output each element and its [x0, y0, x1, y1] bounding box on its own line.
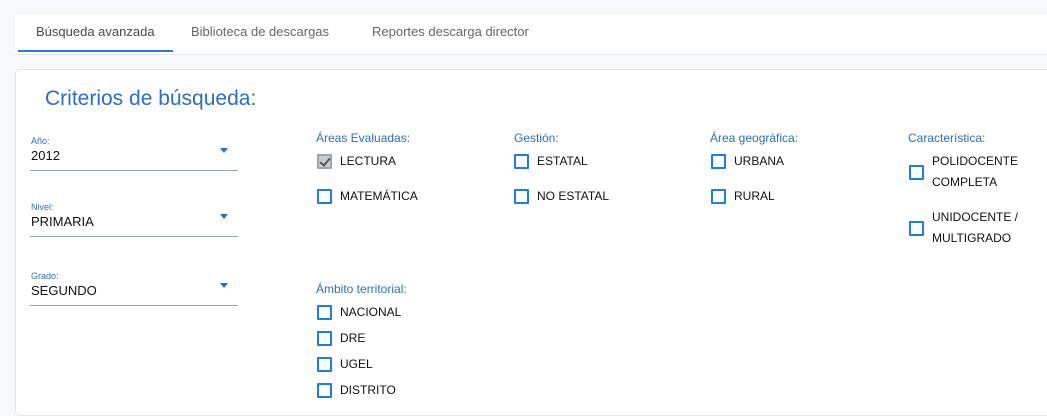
chevron-down-icon	[220, 214, 228, 219]
checkbox-icon[interactable]	[317, 189, 332, 204]
checkbox-icon[interactable]	[317, 357, 332, 372]
level-label: Nivel:	[31, 202, 54, 212]
gestion-label: Gestión:	[514, 131, 559, 145]
level-select[interactable]: Nivel: PRIMARIA	[30, 202, 238, 237]
checkbox-icon[interactable]	[711, 189, 726, 204]
checkbox-ugel[interactable]: UGEL	[317, 357, 373, 372]
checkbox-urbana[interactable]: URBANA	[711, 154, 784, 169]
checkbox-matematica[interactable]: MATEMÁTICA	[317, 189, 418, 204]
checkbox-icon[interactable]	[514, 189, 529, 204]
checkbox-label: NACIONAL	[340, 305, 402, 319]
checkbox-label: UNIDOCENTE / MULTIGRADO	[932, 210, 1019, 245]
area-geografica-label: Área geográfica:	[710, 131, 799, 145]
checkbox-label: MATEMÁTICA	[340, 189, 418, 203]
checkbox-label: POLIDOCENTE COMPLETA	[932, 154, 1019, 189]
chevron-down-icon	[220, 283, 228, 288]
checkbox-estatal[interactable]: ESTATAL	[514, 154, 588, 169]
year-label: Año:	[31, 136, 50, 146]
grade-select[interactable]: Grado: SEGUNDO	[30, 271, 238, 306]
checkbox-dre[interactable]: DRE	[317, 331, 365, 346]
checkbox-rural[interactable]: RURAL	[711, 189, 775, 204]
checkbox-no-estatal[interactable]: NO ESTATAL	[514, 189, 609, 204]
year-value: 2012	[31, 148, 60, 163]
checkbox-icon[interactable]	[317, 383, 332, 398]
tab-bar: Búsqueda avanzada Biblioteca de descarga…	[15, 14, 1047, 55]
active-tab-indicator	[18, 50, 173, 52]
caracteristica-label: Característica:	[908, 131, 986, 145]
tab-reportes-descarga-director[interactable]: Reportes descarga director	[372, 24, 529, 39]
grade-value: SEGUNDO	[31, 283, 97, 298]
checkbox-icon[interactable]	[909, 220, 924, 236]
checkbox-distrito[interactable]: DISTRITO	[317, 383, 396, 398]
chevron-down-icon	[220, 148, 228, 153]
checkbox-label: RURAL	[734, 189, 775, 203]
checkbox-checked-icon[interactable]	[317, 154, 332, 169]
year-select[interactable]: Año: 2012	[30, 136, 238, 171]
checkbox-nacional[interactable]: NACIONAL	[317, 305, 401, 320]
checkbox-icon[interactable]	[514, 154, 529, 169]
areas-evaluadas-label: Áreas Evaluadas:	[316, 131, 411, 145]
checkbox-label: DISTRITO	[340, 383, 396, 397]
grade-label: Grado:	[31, 271, 59, 281]
checkbox-label: UGEL	[340, 357, 373, 371]
checkbox-label: ESTATAL	[537, 154, 588, 168]
checkbox-icon[interactable]	[317, 305, 332, 320]
checkbox-label: NO ESTATAL	[537, 189, 610, 203]
search-criteria-panel: Criterios de búsqueda: Año: 2012 Nivel: …	[15, 69, 1047, 416]
tab-biblioteca-descargas[interactable]: Biblioteca de descargas	[191, 24, 329, 39]
level-value: PRIMARIA	[31, 214, 94, 229]
checkbox-label: DRE	[340, 331, 366, 345]
checkbox-icon[interactable]	[909, 164, 924, 180]
checkbox-label: URBANA	[734, 154, 785, 168]
page-title: Criterios de búsqueda:	[45, 87, 257, 110]
tab-busqueda-avanzada[interactable]: Búsqueda avanzada	[36, 24, 155, 39]
checkbox-lectura[interactable]: LECTURA	[317, 154, 396, 169]
checkbox-icon[interactable]	[711, 154, 726, 169]
checkbox-label: LECTURA	[340, 154, 397, 168]
checkbox-polidocente-completa[interactable]: POLIDOCENTE COMPLETA	[909, 151, 1042, 193]
checkbox-icon[interactable]	[317, 331, 332, 346]
ambito-territorial-label: Ámbito territorial:	[316, 282, 407, 296]
checkbox-unidocente-multigrado[interactable]: UNIDOCENTE / MULTIGRADO	[909, 207, 1042, 249]
